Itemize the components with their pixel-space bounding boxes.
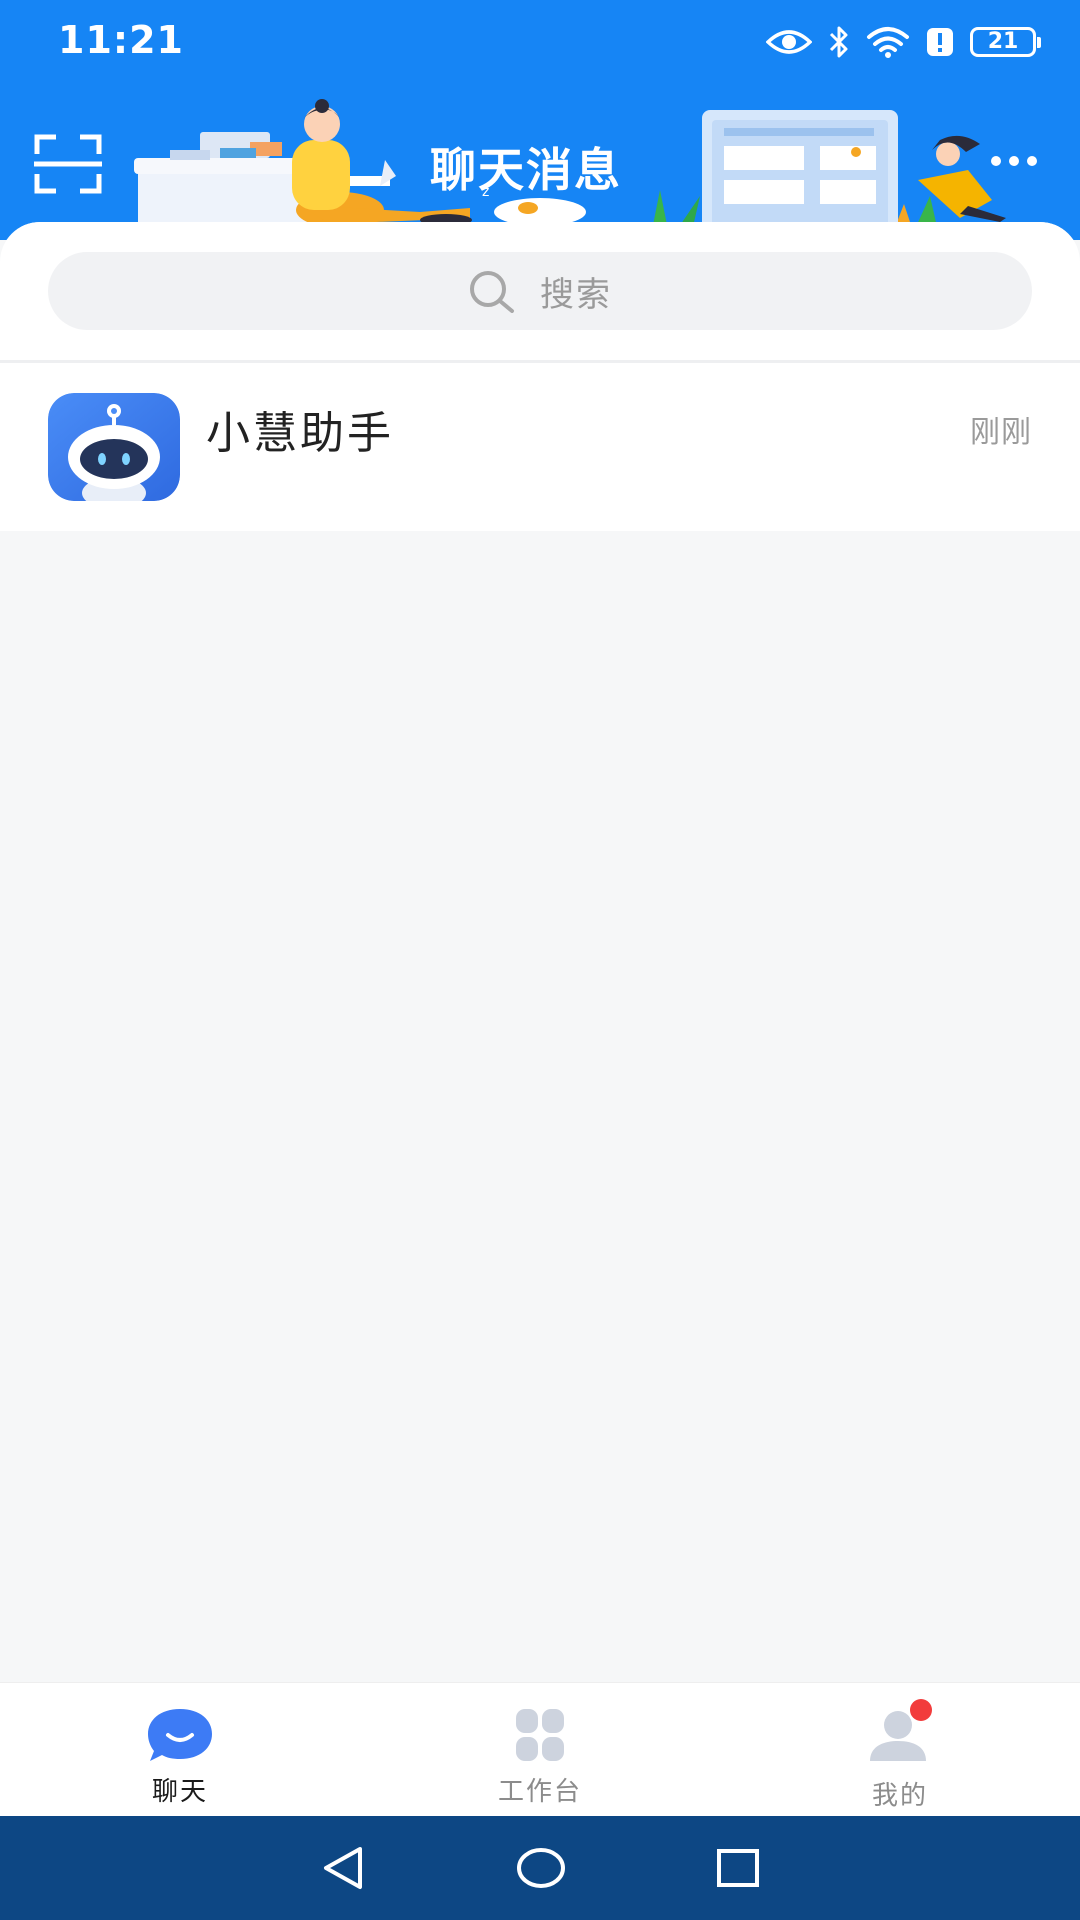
more-icon[interactable] (990, 154, 1038, 168)
bottom-tab-bar: 聊天 工作台 我的 (0, 1682, 1080, 1817)
status-time: 11:21 (58, 18, 184, 62)
recents-icon[interactable] (716, 1848, 760, 1888)
eye-icon (766, 30, 812, 54)
content-sheet: 搜索 小慧助手 刚刚 (0, 222, 1080, 1682)
search-placeholder: 搜索 (540, 274, 612, 315)
page-title: 聊天消息 (430, 143, 622, 197)
tab-workbench[interactable]: 工作台 (360, 1683, 720, 1817)
header: z 11:21 21 聊天消息 (0, 0, 1080, 240)
bluetooth-icon (829, 26, 848, 58)
grid-icon (516, 1709, 564, 1761)
search-area: 搜索 (0, 222, 1080, 360)
wifi-icon (867, 27, 909, 58)
scan-icon[interactable] (34, 134, 102, 194)
tab-label: 我的 (871, 1781, 928, 1811)
tab-chat[interactable]: 聊天 (0, 1683, 360, 1817)
status-icons: 21 (766, 22, 1041, 62)
status-bar: 11:21 21 (0, 0, 1080, 86)
home-icon[interactable] (516, 1847, 566, 1889)
battery-icon: 21 (970, 27, 1041, 57)
chat-list-item[interactable]: 小慧助手 刚刚 (0, 363, 1080, 531)
chat-name: 小慧助手 (206, 408, 394, 459)
alert-icon (927, 28, 953, 56)
search-icon (470, 271, 514, 313)
robot-avatar (48, 393, 180, 501)
tab-label: 聊天 (151, 1777, 208, 1807)
tab-label: 工作台 (497, 1777, 582, 1807)
chat-timestamp: 刚刚 (970, 415, 1032, 450)
tab-mine[interactable]: 我的 (720, 1683, 1080, 1817)
screen: z 11:21 21 聊天消息 搜索 小慧助手 刚刚 聊天 工作台 我的 (0, 0, 1080, 1920)
chat-bubble-icon (148, 1709, 212, 1761)
search-input[interactable]: 搜索 (48, 252, 1032, 330)
back-icon[interactable] (320, 1845, 366, 1891)
system-nav-bar (0, 1816, 1080, 1920)
notification-badge (910, 1699, 932, 1721)
